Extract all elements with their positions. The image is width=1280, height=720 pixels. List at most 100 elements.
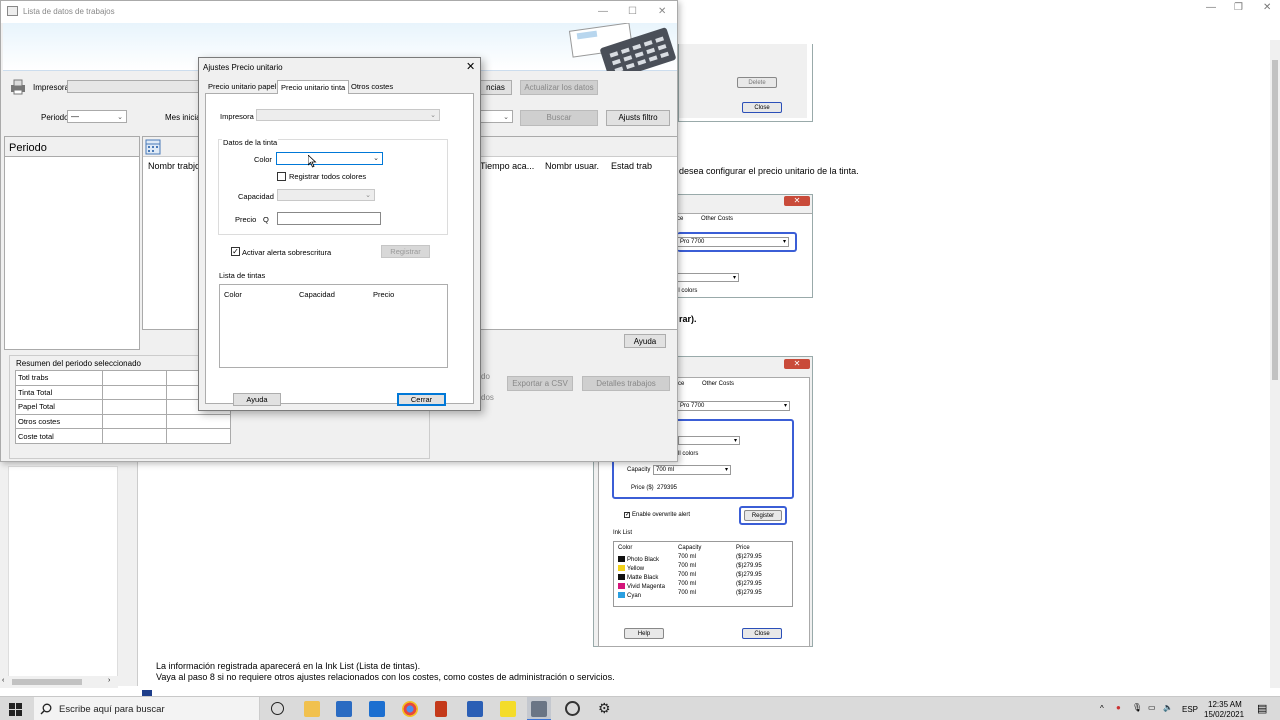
currency-label: Q [263, 215, 269, 224]
calculator-icon [568, 23, 676, 71]
search-icon [40, 703, 52, 715]
restore-icon[interactable]: ❐ [1234, 2, 1243, 13]
mock-ink-row: Matte Black 700 ml ($)279.95 [618, 572, 788, 581]
mock-close-icon: ✕ [784, 196, 810, 206]
help-paragraph-bold: rar). [679, 314, 697, 324]
help-sidebar-tree [8, 466, 118, 680]
tab-paper-price[interactable]: Precio unitario papel [205, 80, 279, 94]
month-select[interactable]: ⌄ [479, 110, 513, 123]
horizontal-scrollbar[interactable]: ‹ › [0, 676, 118, 688]
ncias-button[interactable]: ncias [479, 80, 512, 95]
period-select[interactable]: — ⌄ [67, 110, 127, 123]
mock-ink-row: Cyan 700 ml ($)279.95 [618, 590, 788, 599]
tab-ink-price[interactable]: Precio unitario tinta [277, 80, 350, 94]
help-button[interactable]: Ayuda [233, 393, 281, 406]
printer-select[interactable] [67, 80, 201, 93]
cortana-icon[interactable] [271, 702, 284, 715]
help-footer-line: La información registrada aparecerá en l… [156, 661, 421, 671]
chevron-down-icon: ⌄ [430, 112, 436, 119]
volume-icon[interactable]: 🔈 [1163, 703, 1173, 712]
close-icon[interactable]: ✕ [658, 6, 666, 17]
period-header: Periodo [9, 142, 47, 154]
column-job-state[interactable]: Estad trab [611, 161, 652, 171]
period-label: Periodo [41, 113, 69, 122]
printer-select[interactable]: ⌄ [256, 109, 440, 121]
swatch-icon [618, 582, 625, 589]
minimize-icon[interactable]: — [598, 6, 608, 17]
clock-time[interactable]: 12:35 AM [1208, 700, 1242, 709]
clock-date[interactable]: 15/02/2021 [1204, 710, 1244, 719]
settings-gear-icon[interactable]: ⚙ [598, 700, 611, 717]
export-csv-button[interactable]: Exportar a CSV [507, 376, 573, 391]
register-button[interactable]: Registrar [381, 245, 430, 258]
mock-ink-list: Color Capacity Price Photo Black 700 ml ($… [613, 541, 793, 607]
column-time[interactable]: Tiempo aca... [480, 161, 534, 171]
ink-list[interactable]: Color Capacidad Precio [219, 284, 448, 368]
job-list-app-icon[interactable] [531, 701, 547, 717]
ink-price-tab-page: Impresora ⌄ Datos de la tinta Color ⌄ Re… [205, 93, 474, 404]
capacity-select[interactable]: ⌄ [277, 189, 375, 201]
tab-other-costs[interactable]: Otros costes [348, 80, 396, 94]
overwrite-alert-checkbox[interactable]: ✓ [231, 247, 240, 256]
chrome-icon[interactable] [402, 701, 418, 717]
close-button[interactable]: Cerrar [397, 393, 446, 406]
search-button[interactable]: Buscar [520, 110, 598, 126]
printer-icon [9, 79, 27, 95]
mail-icon[interactable] [369, 701, 385, 717]
scroll-left-icon[interactable]: ‹ [2, 677, 4, 684]
file-explorer-icon[interactable] [304, 701, 320, 717]
tray-chevron-up-icon[interactable]: ^ [1100, 704, 1104, 713]
table-row: Otros costes [15, 413, 231, 430]
mock-delete-button: Delete [737, 77, 777, 88]
word-icon[interactable] [467, 701, 483, 717]
mouse-cursor-icon [308, 155, 317, 168]
ink-list-column-price[interactable]: Precio [373, 290, 394, 299]
column-job-name[interactable]: Nombr trabjo [148, 161, 200, 171]
mock-tab-other-costs: Other Costs [702, 381, 735, 387]
mock-ink-row: Yellow 700 ml ($)279.95 [618, 563, 788, 572]
capacity-label: Capacidad [238, 192, 274, 201]
column-user-name[interactable]: Nombr usuar. [545, 161, 599, 171]
obs-icon[interactable] [565, 701, 580, 716]
ink-list-column-capacity[interactable]: Capacidad [299, 290, 335, 299]
manual-screenshot-mid: ✕ ce Other Costs Pro 7700 ▾ ▾ ll colors [676, 194, 813, 298]
dialog-title: Ajustes Precio unitario [203, 63, 283, 72]
period-panel: Periodo [4, 136, 140, 350]
help-window-controls: — ❐ ✕ [1150, 0, 1280, 18]
swatch-icon [618, 555, 625, 562]
register-all-colors-label: Registrar todos colores [289, 172, 367, 181]
maximize-icon[interactable]: ☐ [628, 6, 637, 17]
color-label: Color [254, 155, 272, 164]
notifications-icon[interactable]: ▤ [1257, 702, 1267, 715]
network-icon[interactable]: ▭ [1148, 703, 1156, 712]
mock-ink-row: Photo Black 700 ml ($)279.95 [618, 554, 788, 563]
ink-list-label: Lista de tintas [219, 271, 266, 280]
minimize-icon[interactable]: — [1206, 2, 1216, 13]
app-title: Lista de datos de trabajos [23, 7, 115, 16]
sticky-notes-icon[interactable] [500, 701, 516, 717]
language-indicator[interactable]: ESP [1182, 705, 1198, 714]
tray-app-icon[interactable]: ● [1116, 703, 1121, 712]
windows-start-icon[interactable] [9, 703, 22, 716]
swatch-icon [618, 564, 625, 571]
color-select[interactable]: ⌄ [276, 152, 383, 165]
help-paragraph: desea configurar el precio unitario de l… [679, 166, 859, 176]
register-all-colors-checkbox[interactable] [277, 172, 286, 181]
job-details-button[interactable]: Detalles trabajos [582, 376, 670, 391]
price-input[interactable] [277, 212, 381, 225]
ink-data-group-label: Datos de la tinta [222, 138, 279, 147]
ink-list-column-color[interactable]: Color [224, 290, 242, 299]
help-footer-line: Vaya al paso 8 si no requiere otros ajus… [156, 672, 615, 682]
close-icon[interactable]: ✕ [1263, 2, 1271, 13]
update-data-button[interactable]: Actualizar los datos [520, 80, 598, 95]
filter-settings-button[interactable]: Ajusts filtro [606, 110, 670, 126]
microphone-icon[interactable]: 🎙 [1132, 703, 1142, 712]
store-icon[interactable] [336, 701, 352, 717]
close-icon[interactable]: ✕ [466, 60, 475, 73]
pdf-reader-icon[interactable] [435, 701, 447, 717]
mock-price-input: 279395 [654, 483, 736, 493]
help-button[interactable]: Ayuda [624, 334, 666, 348]
vertical-scrollbar[interactable] [1270, 40, 1280, 688]
swatch-icon [618, 573, 625, 580]
scroll-right-icon[interactable]: › [108, 677, 110, 684]
